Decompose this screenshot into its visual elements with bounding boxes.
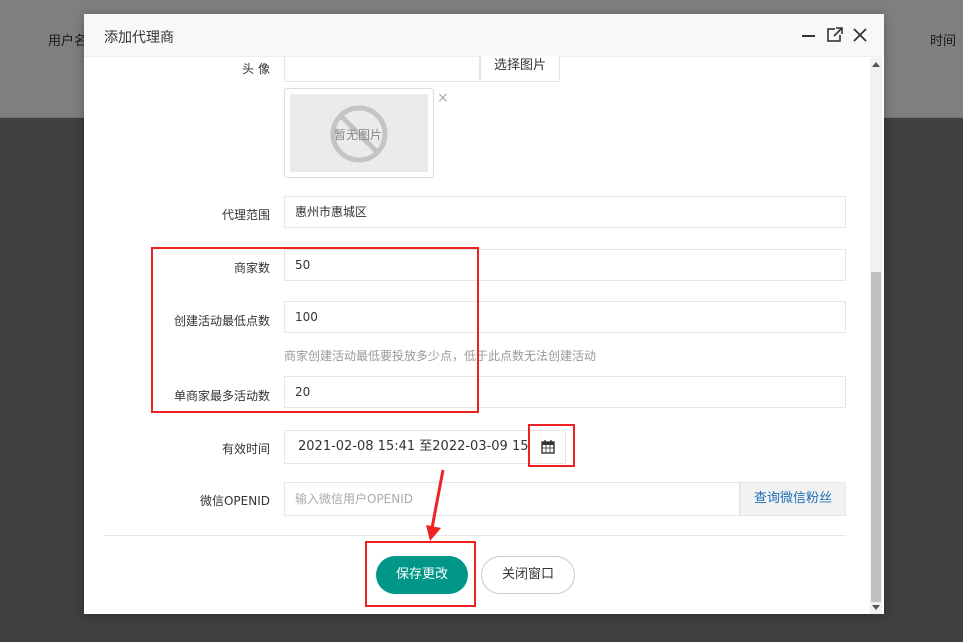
annotation-arrow-icon: [426, 469, 445, 541]
